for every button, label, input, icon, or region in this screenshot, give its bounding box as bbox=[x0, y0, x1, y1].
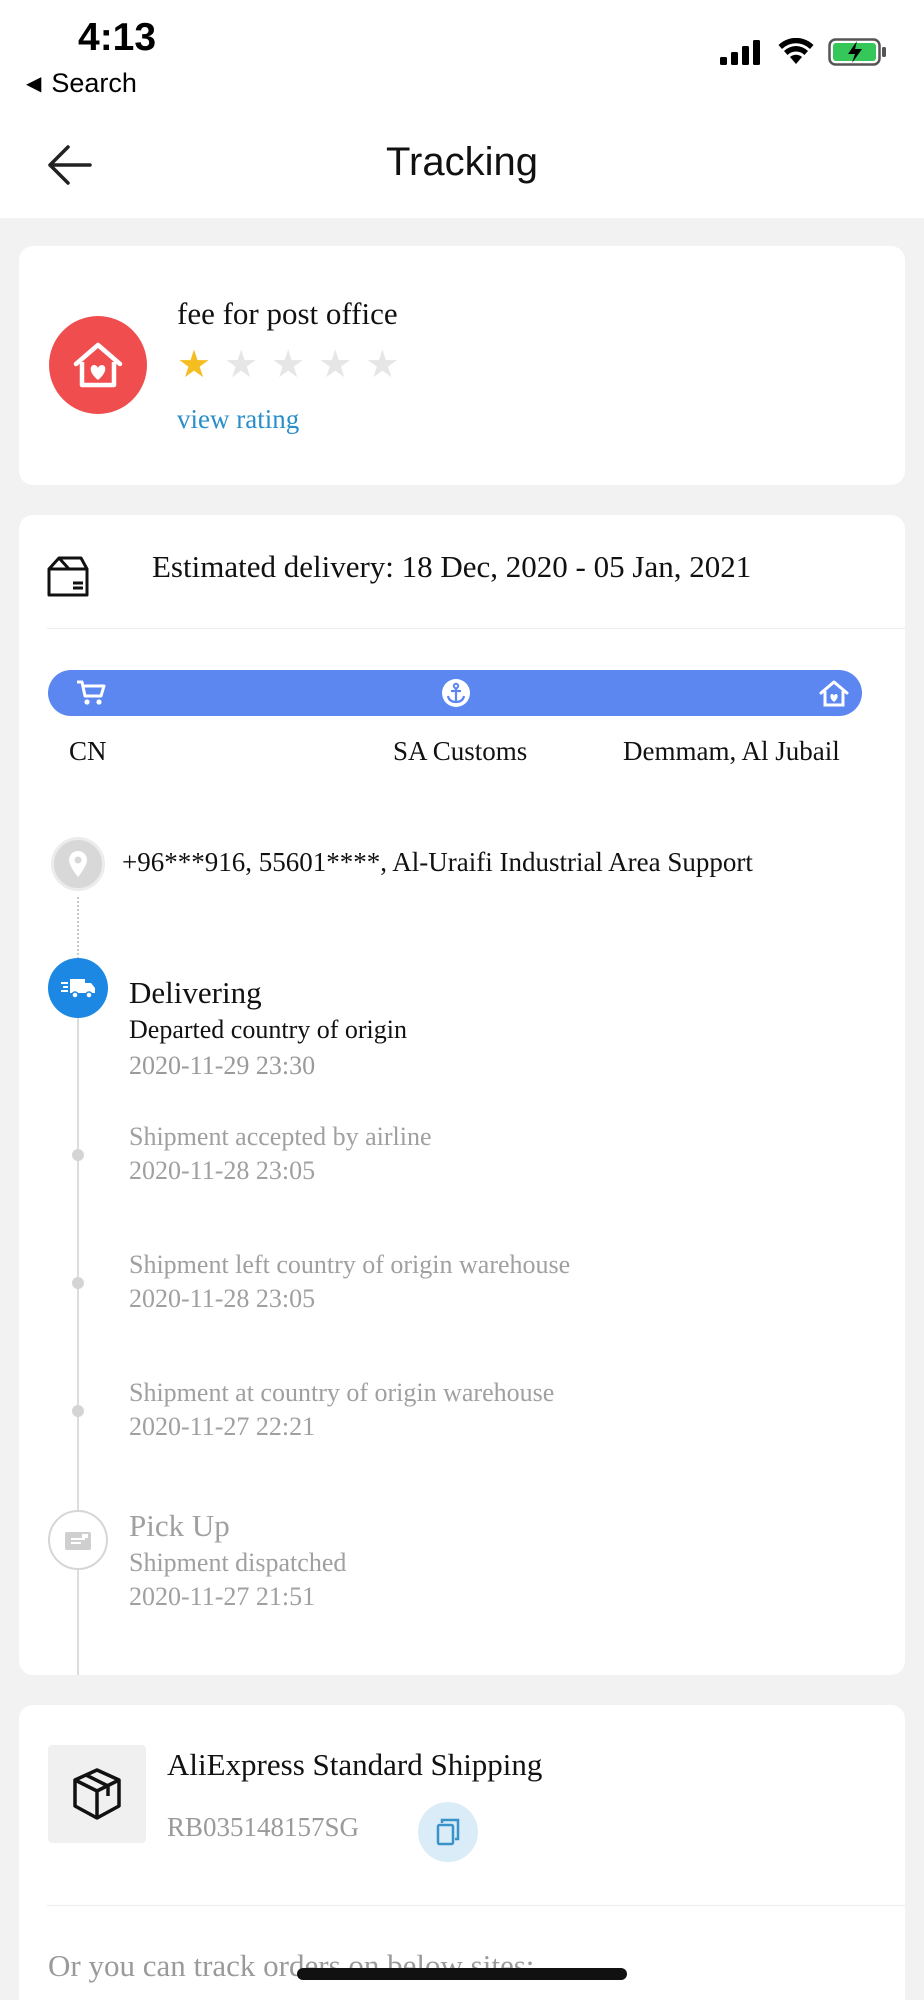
star-empty-icon: ★ bbox=[318, 344, 353, 386]
event-description: Shipment left country of origin warehous… bbox=[129, 1250, 571, 1279]
status-bar: 4:13 ◀ Search bbox=[0, 0, 924, 110]
event-time: 2020-11-28 23:05 bbox=[129, 1284, 316, 1313]
star-empty-icon: ★ bbox=[271, 344, 306, 386]
seller-rating-stars: ★ ★ ★ ★ ★ bbox=[177, 346, 399, 384]
star-empty-icon: ★ bbox=[224, 344, 259, 386]
timeline-dot bbox=[72, 1405, 84, 1417]
event-description: Shipment accepted by airline bbox=[129, 1122, 432, 1151]
copy-icon bbox=[436, 1818, 460, 1846]
timeline-line bbox=[77, 1015, 79, 1675]
event-time: 2020-11-28 23:05 bbox=[129, 1156, 316, 1185]
delivery-truck-icon bbox=[48, 958, 108, 1018]
event-time: 2020-11-27 22:21 bbox=[129, 1412, 316, 1441]
pickup-title: Pick Up bbox=[129, 1508, 230, 1543]
current-status-event: Delivering Departed country of origin 20… bbox=[129, 975, 407, 1081]
view-rating-link[interactable]: view rating bbox=[177, 404, 299, 435]
current-status-time: 2020-11-29 23:30 bbox=[129, 1051, 316, 1080]
pickup-icon bbox=[48, 1510, 108, 1570]
home-indicator[interactable] bbox=[297, 1968, 627, 1980]
nav-bar: Tracking bbox=[0, 110, 924, 218]
timeline-event: Shipment accepted by airline 2020-11-28 … bbox=[129, 1122, 432, 1186]
pickup-time: 2020-11-27 21:51 bbox=[129, 1582, 316, 1611]
back-triangle-icon: ◀ bbox=[26, 73, 42, 95]
event-description: Shipment at country of origin warehouse bbox=[129, 1378, 555, 1407]
location-pin-icon bbox=[51, 837, 105, 891]
timeline-event: Shipment at country of origin warehouse … bbox=[129, 1378, 554, 1442]
battery-charging-icon bbox=[828, 38, 886, 66]
wifi-icon bbox=[778, 38, 814, 64]
status-icons bbox=[720, 38, 888, 66]
address-text: +96***916, 55601****, Al-Uraifi Industri… bbox=[122, 847, 753, 877]
seller-avatar[interactable] bbox=[49, 316, 147, 414]
copy-button[interactable] bbox=[418, 1802, 478, 1862]
tracking-number: RB035148157SG bbox=[167, 1812, 360, 1842]
tracking-card: Estimated delivery: 18 Dec, 2020 - 05 Ja… bbox=[19, 515, 905, 1675]
current-status-description: Departed country of origin bbox=[129, 1015, 407, 1044]
home-heart-icon bbox=[73, 342, 123, 388]
pickup-event: Pick Up Shipment dispatched 2020-11-27 2… bbox=[129, 1508, 346, 1612]
current-status-title: Delivering bbox=[129, 975, 262, 1010]
shipping-carrier: AliExpress Standard Shipping bbox=[167, 1747, 543, 1782]
shipping-card: AliExpress Standard Shipping RB035148157… bbox=[19, 1705, 905, 2000]
stage-origin-label: CN bbox=[69, 736, 107, 766]
timeline-dot bbox=[72, 1149, 84, 1161]
delivery-address: +96***916, 55601****, Al-Uraifi Industri… bbox=[51, 837, 891, 893]
star-empty-icon: ★ bbox=[365, 344, 400, 386]
stage-destination-label: Demmam, Al Jubail bbox=[623, 736, 840, 766]
seller-card: fee for post office ★ ★ ★ ★ ★ view ratin… bbox=[19, 246, 905, 485]
divider bbox=[47, 1905, 905, 1906]
timeline-dot bbox=[72, 1277, 84, 1289]
estimated-delivery: Estimated delivery: 18 Dec, 2020 - 05 Ja… bbox=[152, 549, 752, 584]
star-filled-icon: ★ bbox=[177, 344, 212, 386]
delivery-box-icon bbox=[47, 556, 89, 597]
pickup-description: Shipment dispatched bbox=[129, 1548, 347, 1577]
timeline-event: Shipment left country of origin warehous… bbox=[129, 1250, 570, 1314]
back-to-app-link[interactable]: ◀ Search bbox=[26, 68, 137, 99]
page-title: Tracking bbox=[386, 140, 538, 184]
back-app-label: Search bbox=[51, 68, 137, 98]
shipping-progress-bar bbox=[48, 670, 862, 716]
customs-anchor-icon bbox=[441, 678, 471, 708]
package-icon bbox=[48, 1745, 146, 1843]
divider bbox=[47, 628, 905, 629]
stage-customs-label: SA Customs bbox=[393, 736, 528, 766]
cellular-signal-icon bbox=[720, 40, 760, 65]
cart-icon bbox=[76, 678, 106, 708]
destination-home-icon bbox=[819, 678, 849, 708]
timeline-connector bbox=[77, 897, 79, 959]
seller-name: fee for post office bbox=[177, 296, 398, 331]
status-time: 4:13 bbox=[78, 16, 157, 59]
